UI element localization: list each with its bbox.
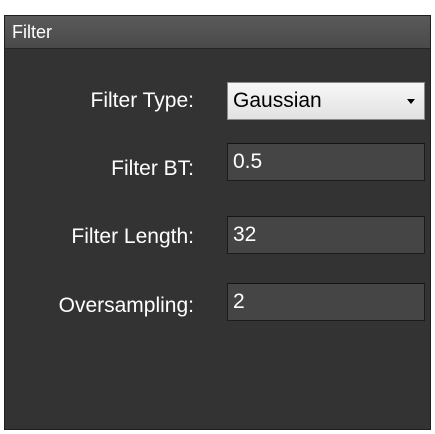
filter-length-label: Filter Length: xyxy=(71,225,194,248)
oversampling-input[interactable]: 2 xyxy=(227,283,425,321)
filter-bt-label: Filter BT: xyxy=(111,157,194,180)
oversampling-label: Oversampling: xyxy=(58,294,194,317)
chevron-down-icon xyxy=(407,99,415,104)
filter-bt-input[interactable]: 0.5 xyxy=(227,143,425,181)
panel-title: Filter xyxy=(12,22,52,42)
filter-type-label: Filter Type: xyxy=(90,89,194,112)
filter-type-select[interactable]: Gaussian xyxy=(227,82,425,120)
filter-type-value: Gaussian xyxy=(233,89,322,112)
filter-length-input[interactable]: 32 xyxy=(227,216,425,254)
panel-header: Filter xyxy=(5,16,430,49)
filter-panel: Filter Filter Type: Gaussian Filter BT: … xyxy=(4,15,431,430)
